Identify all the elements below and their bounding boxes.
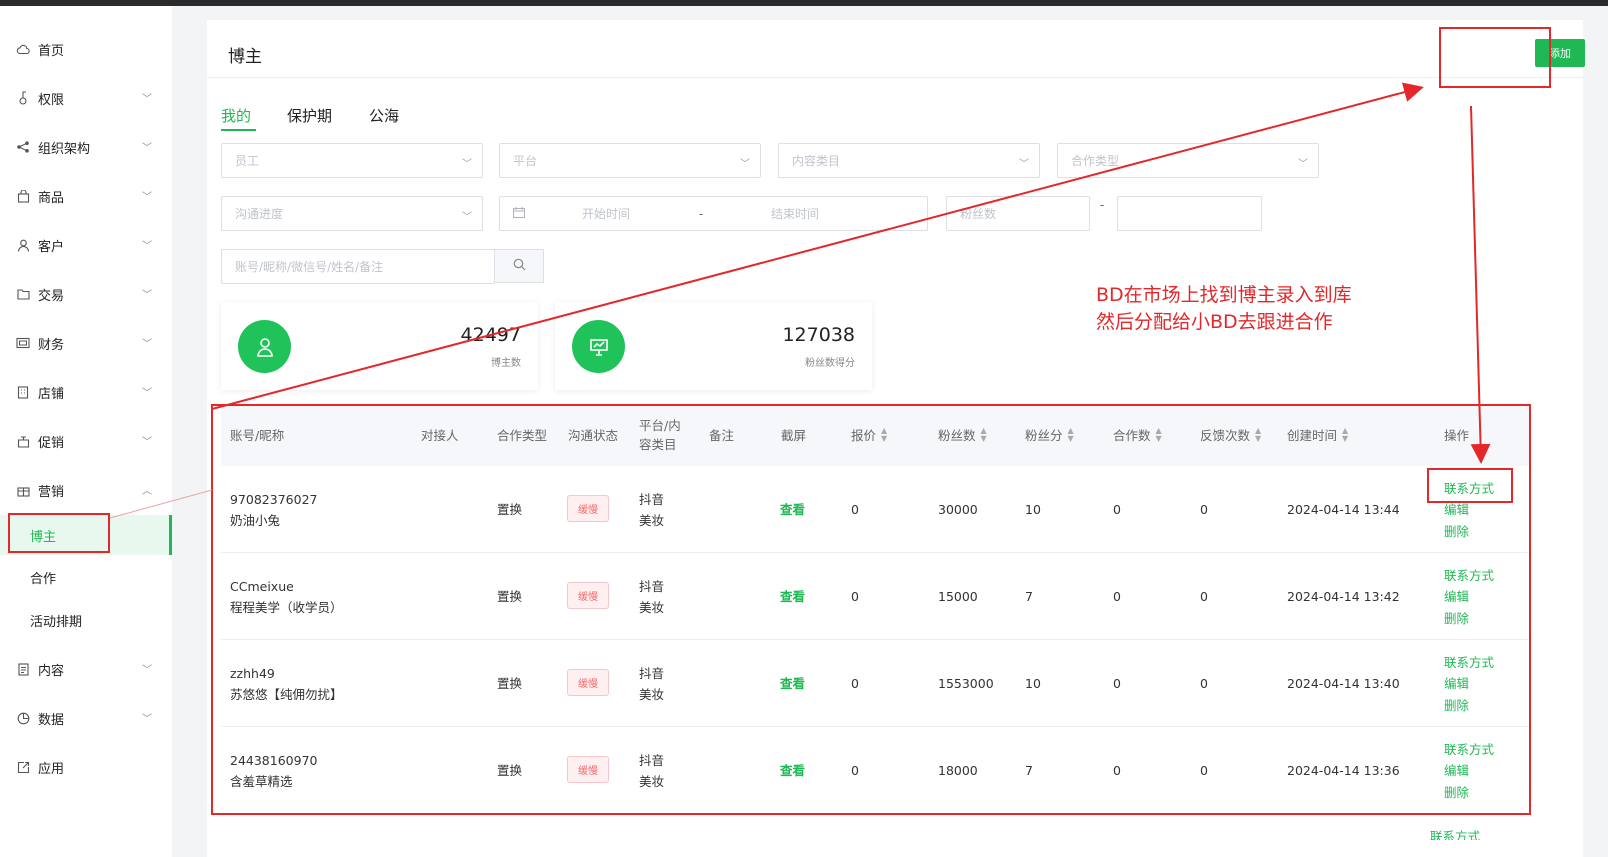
annotation-arrows — [109, 82, 1491, 519]
annotation-line-1: BD在市场上找到博主录入到库 — [1096, 284, 1352, 306]
arrow-to-contact-link — [1470, 105, 1491, 464]
annotation-connector-line — [109, 489, 213, 519]
annotation-text: BD在市场上找到博主录入到库 然后分配给小BD去跟进合作 — [1096, 282, 1352, 336]
annotation-line-2: 然后分配给小BD去跟进合作 — [1096, 311, 1333, 333]
arrow-to-add-button — [211, 82, 1424, 410]
